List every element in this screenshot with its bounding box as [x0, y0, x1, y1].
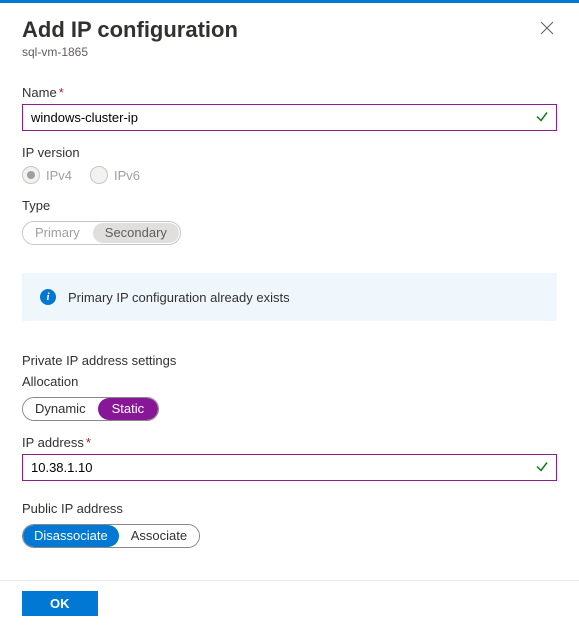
- ipv6-radio-label: IPv6: [114, 168, 140, 183]
- type-secondary-pill: Secondary: [93, 223, 179, 243]
- private-ip-heading: Private IP address settings: [22, 353, 557, 368]
- public-ip-associate-pill[interactable]: Associate: [119, 525, 199, 547]
- page-title: Add IP configuration: [22, 17, 238, 43]
- ip-version-label: IP version: [22, 145, 557, 160]
- ipv6-radio: IPv6: [90, 166, 140, 184]
- info-banner: i Primary IP configuration already exist…: [22, 273, 557, 321]
- public-ip-disassociate-pill[interactable]: Disassociate: [23, 525, 119, 547]
- info-icon: i: [40, 289, 56, 305]
- ipv4-radio: IPv4: [22, 166, 72, 184]
- allocation-static-pill[interactable]: Static: [98, 398, 159, 420]
- type-label: Type: [22, 198, 557, 213]
- info-text: Primary IP configuration already exists: [68, 290, 290, 305]
- allocation-dynamic-pill[interactable]: Dynamic: [23, 398, 98, 420]
- public-ip-label: Public IP address: [22, 501, 557, 516]
- ipv4-radio-label: IPv4: [46, 168, 72, 183]
- resource-subtitle: sql-vm-1865: [22, 45, 238, 59]
- name-input[interactable]: [22, 104, 557, 131]
- close-icon: [540, 21, 554, 35]
- ip-address-label: IP address*: [22, 435, 557, 450]
- allocation-label: Allocation: [22, 374, 557, 389]
- type-primary-pill: Primary: [23, 222, 92, 244]
- name-label: Name*: [22, 85, 557, 100]
- ok-button[interactable]: OK: [22, 591, 98, 616]
- ip-address-input[interactable]: [22, 454, 557, 481]
- close-button[interactable]: [537, 21, 557, 41]
